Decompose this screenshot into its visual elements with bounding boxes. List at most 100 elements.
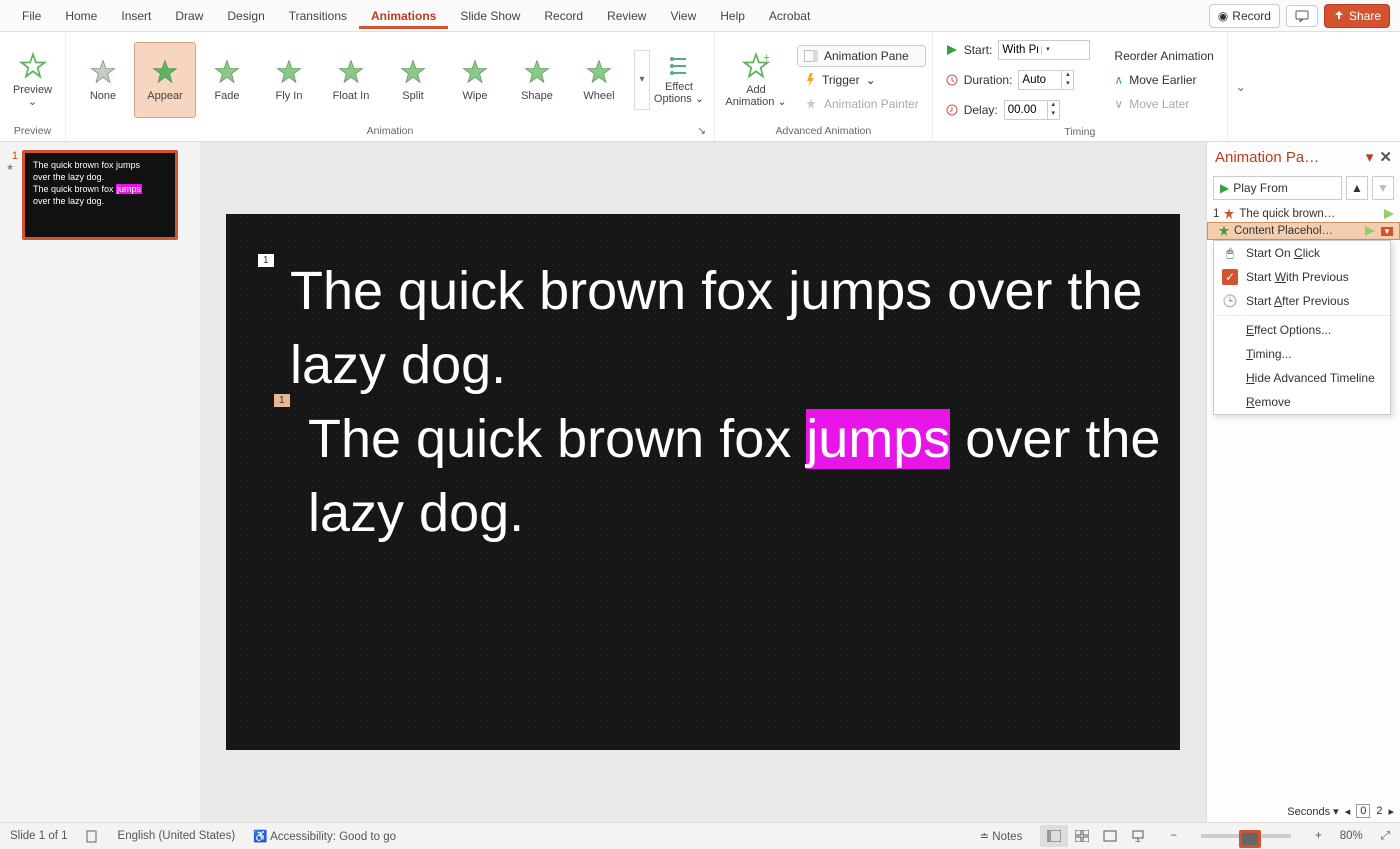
effect-options-icon — [668, 55, 690, 77]
ctx-start-on-click[interactable]: 🖱Start On Click — [1214, 241, 1390, 265]
anim-float-in[interactable]: Float In — [320, 42, 382, 118]
tab-record[interactable]: Record — [532, 3, 595, 29]
anim-item-2[interactable]: Content Placehol… ▼ — [1207, 222, 1400, 240]
zoom-out[interactable]: − — [1170, 830, 1177, 842]
add-animation-button[interactable]: + Add Animation ⌄ — [721, 42, 791, 118]
view-sorter[interactable] — [1068, 825, 1096, 847]
group-label-preview: Preview — [14, 123, 51, 139]
slide-canvas[interactable]: 1 1 The quick brown fox jumps over the l… — [200, 142, 1206, 822]
start-select[interactable] — [999, 44, 1041, 56]
preview-button[interactable]: Preview⌄ — [2, 42, 64, 118]
anim-fade[interactable]: Fade — [196, 42, 258, 118]
tab-acrobat[interactable]: Acrobat — [757, 3, 822, 29]
delay-input[interactable] — [1005, 104, 1047, 116]
anim-wipe[interactable]: Wipe — [444, 42, 506, 118]
collapse-ribbon[interactable]: ⌄ — [1228, 80, 1254, 94]
group-label-animation: Animation — [367, 125, 414, 137]
trigger-button[interactable]: Trigger ⌄ — [797, 69, 926, 91]
anim-item-dropdown[interactable]: ▼ — [1381, 227, 1393, 236]
tab-slideshow[interactable]: Slide Show — [448, 3, 532, 29]
timeline-bar — [1365, 226, 1375, 236]
ctx-effect-options[interactable]: Effect Options... — [1214, 318, 1390, 342]
anim-shape[interactable]: Shape — [506, 42, 568, 118]
slide-thumbnail-1[interactable]: The quick brown fox jumps over the lazy … — [22, 150, 178, 240]
play-from-button[interactable]: ▶Play From — [1213, 176, 1342, 200]
animation-dialog-launcher[interactable]: ↘ — [697, 125, 706, 137]
view-normal[interactable] — [1040, 825, 1068, 847]
move-up-button[interactable]: ▲ — [1346, 176, 1368, 200]
fit-to-window[interactable]: ⤢ — [1381, 830, 1390, 843]
anim-wheel[interactable]: Wheel — [568, 42, 630, 118]
animation-pane-icon — [804, 50, 818, 62]
ctx-hide-timeline[interactable]: Hide Advanced Timeline — [1214, 366, 1390, 390]
spellcheck-icon[interactable] — [86, 829, 100, 843]
slide-text[interactable]: The quick brown fox jumps over the lazy … — [290, 254, 1180, 550]
ctx-remove[interactable]: Remove — [1214, 390, 1390, 414]
star-icon — [275, 58, 303, 86]
appear-icon — [1218, 225, 1230, 237]
timeline-right[interactable]: ▸ — [1388, 805, 1394, 818]
close-pane-button[interactable]: ✕ — [1379, 148, 1392, 166]
move-earlier-button[interactable]: ∧Move Earlier — [1107, 69, 1220, 91]
tab-design[interactable]: Design — [215, 3, 276, 29]
view-slideshow[interactable] — [1124, 825, 1152, 847]
comments-button[interactable] — [1286, 5, 1318, 27]
tab-animations[interactable]: Animations — [359, 3, 448, 29]
ctx-timing[interactable]: Timing... — [1214, 342, 1390, 366]
share-button[interactable]: Share — [1324, 4, 1390, 28]
view-reading[interactable] — [1096, 825, 1124, 847]
group-label-advanced: Advanced Animation — [775, 123, 871, 139]
animation-gallery: NoneAppearFadeFly InFloat InSplitWipeSha… — [72, 42, 630, 118]
slide[interactable]: 1 1 The quick brown fox jumps over the l… — [226, 214, 1180, 750]
delay-icon — [946, 104, 958, 116]
star-icon — [337, 58, 365, 86]
zoom-value[interactable]: 80% — [1340, 830, 1363, 842]
mouse-icon: 🖱 — [1222, 245, 1238, 261]
gallery-more[interactable]: ▾ — [634, 50, 650, 110]
tab-draw[interactable]: Draw — [163, 3, 215, 29]
record-button[interactable]: ◉Record — [1209, 4, 1280, 28]
language-status[interactable]: English (United States) — [118, 830, 236, 842]
effect-options-button[interactable]: Effect Options ⌄ — [650, 42, 708, 118]
thumb-anim-indicator: ★ — [6, 162, 18, 173]
star-icon — [585, 58, 613, 86]
seconds-label[interactable]: Seconds ▾ — [1287, 805, 1338, 818]
timeline-left[interactable]: ◂ — [1345, 805, 1351, 818]
timeline-bar — [1384, 209, 1394, 219]
anim-tag-2[interactable]: 1 — [274, 394, 290, 407]
tab-home[interactable]: Home — [53, 3, 109, 29]
animation-pane-title: Animation Pa… — [1215, 149, 1360, 166]
tab-help[interactable]: Help — [708, 3, 757, 29]
ctx-start-with-previous[interactable]: ✓Start With Previous — [1214, 265, 1390, 289]
star-icon — [89, 58, 117, 86]
start-dropdown[interactable]: ▾ — [1041, 46, 1053, 55]
duration-input[interactable] — [1019, 74, 1061, 86]
anim-tag-1[interactable]: 1 — [258, 254, 274, 267]
ctx-start-after-previous[interactable]: 🕒Start After Previous — [1214, 289, 1390, 313]
anim-split[interactable]: Split — [382, 42, 444, 118]
clock-icon: 🕒 — [1222, 293, 1238, 309]
timing-start-row: Start: ▾ — [939, 36, 1098, 64]
tab-insert[interactable]: Insert — [109, 3, 163, 29]
tab-transitions[interactable]: Transitions — [277, 3, 359, 29]
star-icon — [399, 58, 427, 86]
anim-item-1[interactable]: 1 The quick brown… — [1207, 206, 1400, 222]
pane-menu-caret[interactable]: ▾ — [1366, 148, 1374, 166]
notes-button[interactable]: ≐ Notes — [979, 829, 1022, 843]
appear-icon — [1223, 208, 1235, 220]
anim-appear[interactable]: Appear — [134, 42, 196, 118]
zoom-in[interactable]: + — [1315, 830, 1322, 842]
animation-painter-button: Animation Painter — [797, 93, 926, 115]
group-label-timing: Timing — [1064, 124, 1095, 139]
tab-view[interactable]: View — [658, 3, 708, 29]
zoom-slider[interactable] — [1201, 834, 1291, 838]
accessibility-status[interactable]: ♿ Accessibility: Good to go — [253, 829, 396, 843]
tab-file[interactable]: File — [10, 3, 53, 29]
star-icon — [151, 58, 179, 86]
slide-thumbnails: 1 ★ The quick brown fox jumps over the l… — [0, 142, 200, 822]
tab-review[interactable]: Review — [595, 3, 658, 29]
anim-none[interactable]: None — [72, 42, 134, 118]
slide-counter: Slide 1 of 1 — [10, 830, 68, 842]
animation-pane-button[interactable]: Animation Pane — [797, 45, 926, 67]
anim-fly-in[interactable]: Fly In — [258, 42, 320, 118]
